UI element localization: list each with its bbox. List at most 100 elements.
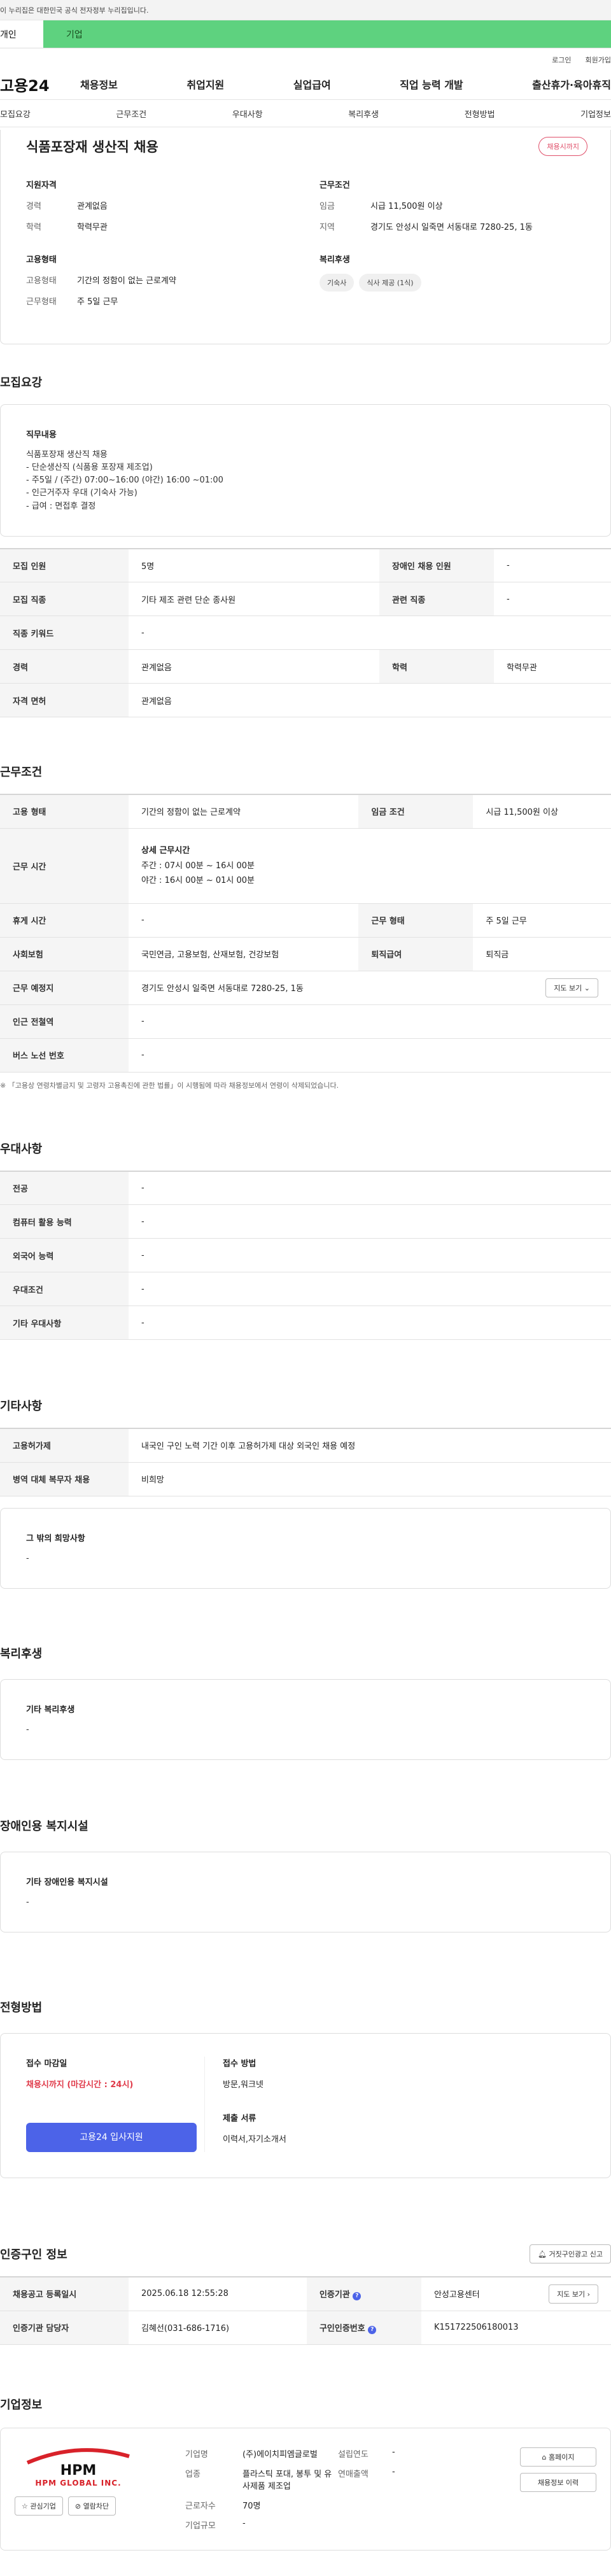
field-value: - [392, 2467, 395, 2477]
field-label: 설립연도 [338, 2449, 369, 2460]
join-link[interactable]: 회원가입 [586, 55, 611, 69]
field-label: 업종 [185, 2469, 200, 2479]
report-ad-button[interactable]: 🔔︎ 거짓구인광고 신고 [530, 2244, 611, 2264]
table-row: 모집 직종 기타 제조 관련 단순 종사원 관련 직종 - [0, 582, 611, 617]
summary-label: 고용형태 [26, 276, 57, 286]
summary-label: 경력 [26, 202, 41, 211]
site-logo[interactable]: 고용24 [0, 73, 80, 95]
duty-label: 직무내용 [26, 430, 57, 440]
section-tab-company[interactable]: 기업정보 [580, 108, 611, 120]
map-button-label: 지도 보기 [554, 983, 582, 992]
field-label: 기업명 [185, 2449, 208, 2460]
summary-label: 임금 [320, 202, 335, 211]
table-header-cell: 병역 대체 복무자 채용 [0, 1462, 129, 1496]
apply-button[interactable]: 고용24 입사지원 [26, 2123, 197, 2153]
table-row: 채용공고 등록일시 2025.06.18 12:55:28 인증기관 ? 안성고용… [0, 2277, 611, 2311]
field-label: 근로자수 [185, 2501, 216, 2511]
section-work: 근무조건 고용 형태 기간의 정함이 없는 근로계약 임금 조건 시급 11,500… [0, 763, 611, 1090]
utility-links: 로그인 회원가입 [0, 48, 611, 69]
section-title: 인증구인 정보 [0, 2248, 67, 2262]
table-row: 모집 인원 5명 장애인 채용 인원 - [0, 548, 611, 583]
table-cell: - [493, 548, 611, 583]
table-row: 고용허가제 내국인 구인 노력 기간 이후 고용허가제 대상 외국인 채용 예정 [0, 1428, 611, 1463]
field-value: 70명 [242, 2501, 261, 2511]
company-logo: HPM HPM GLOBAL INC. [15, 2447, 142, 2488]
section-tab-recruit[interactable]: 모집요강 [0, 108, 31, 120]
table-row: 자격 면허 관계없음 [0, 683, 611, 718]
table-cell: 2025.06.18 12:55:28 [129, 2277, 307, 2311]
summary-value: 경기도 안성시 일죽면 서동대로 7280-25, 1동 [370, 223, 533, 232]
nav-job-info[interactable]: 채용정보 [80, 76, 118, 92]
table-row: 경력 관계없음 학력 학력무관 [0, 649, 611, 684]
table-header-cell: 휴게 시간 [0, 903, 129, 938]
field-value: - [242, 2518, 246, 2528]
block-view-button[interactable]: ⊘ 열람차단 [67, 2496, 116, 2516]
field-value: - [392, 2447, 395, 2457]
location-text: 경기도 안성시 일죽면 서동대로 7280-25, 1동 [141, 984, 304, 994]
table-row: 병역 대체 복무자 채용 비희망 [0, 1462, 611, 1496]
map-button[interactable]: 지도 보기 ⌄ [545, 978, 598, 997]
section-tab-screen[interactable]: 전형방법 [465, 108, 495, 120]
work-table: 고용 형태 기간의 정함이 없는 근로계약 임금 조건 시급 11,500원 이상 … [0, 794, 611, 1073]
table-cell: 관계없음 [129, 649, 379, 684]
section-title: 기타사항 [0, 1400, 43, 1414]
table-header-cell: 전공 [0, 1171, 129, 1206]
table-cell: - [129, 1204, 611, 1239]
table-header-cell: 근무 시간 [0, 828, 129, 904]
table-header-cell: 구인인증번호 ? [306, 2311, 421, 2345]
welfare-chip: 기숙사 [320, 274, 355, 292]
cert-map-label: 지도 보기 [557, 2290, 586, 2298]
table-header-cell: 학력 [379, 649, 494, 684]
table-header-cell: 채용공고 등록일시 [0, 2277, 129, 2311]
table-row: 근무 시간 상세 근무시간 주간 : 07시 00분 ~ 16시 00분 야간 … [0, 828, 611, 904]
table-row: 인증기관 담당자 김혜선(031-686-1716) 구인인증번호 ? K1517… [0, 2311, 611, 2345]
table-cell: - [129, 1171, 611, 1206]
summary-value: 기간의 정함이 없는 근로계약 [77, 276, 176, 286]
hours-title: 상세 근무시간 [141, 846, 190, 856]
summary-value: 주 5일 근무 [77, 297, 118, 307]
nav-unemployment-benefit[interactable]: 실업급여 [293, 76, 331, 92]
summary-qual-title: 지원자격 [26, 181, 57, 190]
tab-individual[interactable]: 개인 [0, 20, 43, 48]
section-title: 모집요강 [0, 376, 43, 390]
section-title: 기업정보 [0, 2398, 43, 2412]
table-header-cell: 근무 예정지 [0, 971, 129, 1005]
table-header-cell: 모집 직종 [0, 582, 129, 617]
table-row: 전공 - [0, 1171, 611, 1206]
cert-org-value: 안성고용센터 [433, 2290, 480, 2300]
table-header-cell: 기타 우대사항 [0, 1306, 129, 1341]
table-header-cell: 경력 [0, 649, 129, 684]
section-tab-welfare[interactable]: 복리후생 [348, 108, 379, 120]
table-cell: 기타 제조 관련 단순 종사원 [129, 582, 379, 617]
gov-notice-text: 이 누리집은 대한민국 공식 전자정부 누리집입니다. [0, 6, 149, 15]
info-icon[interactable]: ? [353, 2291, 362, 2300]
job-history-button[interactable]: 채용정보 이력 [520, 2472, 596, 2492]
table-header-cell: 퇴직급여 [358, 937, 474, 971]
disability-box: 기타 장애인용 복지시설 - [0, 1851, 611, 1933]
section-title: 우대사항 [0, 1142, 43, 1156]
cert-map-button[interactable]: 지도 보기 › [549, 2284, 598, 2304]
table-header-cell: 관련 직종 [379, 582, 494, 617]
login-link[interactable]: 로그인 [552, 55, 571, 69]
nav-parental-leave[interactable]: 출산휴가·육아휴직 [532, 76, 611, 92]
section-company: 기업정보 HPM HPM GLOBAL INC. ☆ 관심기업 ⊘ 열람차단 기… [0, 2396, 611, 2551]
nav-employment-support[interactable]: 취업지원 [186, 76, 224, 92]
disability-label: 기타 장애인용 복지시설 [26, 1877, 108, 1887]
info-icon[interactable]: ? [368, 2325, 377, 2334]
section-tab-work[interactable]: 근무조건 [116, 108, 146, 120]
table-header-cell: 근무 형태 [358, 903, 474, 938]
summary-label: 지역 [320, 223, 335, 232]
table-header-cell: 컴퓨터 활용 능력 [0, 1204, 129, 1239]
table-cell: - [129, 1306, 611, 1341]
homepage-button[interactable]: ⌂ 홈페이지 [520, 2447, 596, 2467]
section-tab-pref[interactable]: 우대사항 [232, 108, 263, 120]
summary-value: 학력무관 [77, 223, 108, 232]
nav-skill-development[interactable]: 직업 능력 개발 [400, 76, 463, 92]
favorite-label: 관심기업 [30, 2502, 56, 2510]
work-hours-cell: 상세 근무시간 주간 : 07시 00분 ~ 16시 00분 야간 : 16시 … [129, 828, 611, 904]
table-cell: 국민연금, 고용보험, 산재보험, 건강보험 [129, 937, 359, 971]
table-header-cell: 임금 조건 [358, 794, 474, 829]
docs-value: 이력서,자기소개서 [223, 2135, 286, 2145]
favorite-company-button[interactable]: ☆ 관심기업 [15, 2496, 63, 2516]
tab-enterprise[interactable]: 기업 [43, 20, 611, 48]
